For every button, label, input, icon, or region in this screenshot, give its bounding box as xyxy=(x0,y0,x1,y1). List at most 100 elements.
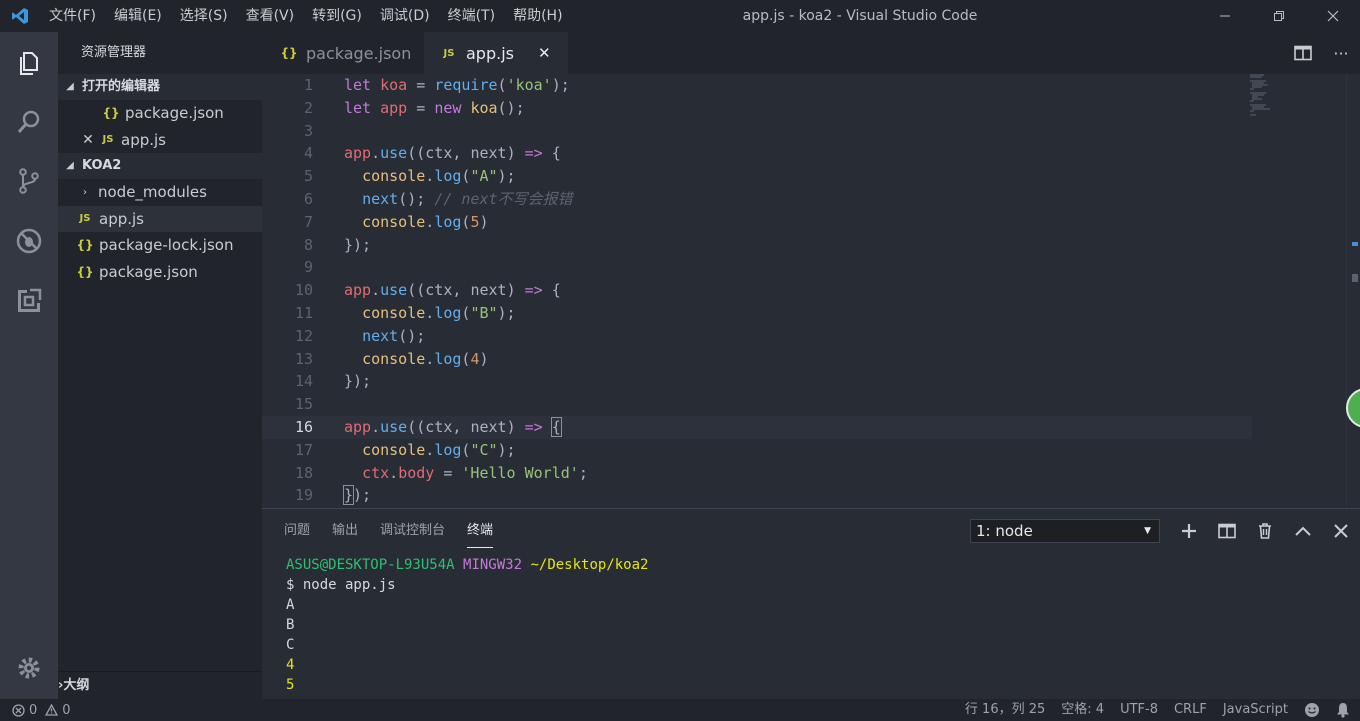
cursor-position[interactable]: 行 16，列 25 xyxy=(965,699,1045,721)
code-line: 10 app.use((ctx, next) => { xyxy=(294,281,561,300)
line-ending[interactable]: CRLF xyxy=(1174,699,1207,721)
menu-selection[interactable]: 选择(S) xyxy=(171,0,237,32)
tree-item-node-modules[interactable]: › node_modules xyxy=(58,179,262,206)
restore-button[interactable] xyxy=(1252,0,1306,32)
open-editor-item-app-js[interactable]: ✕ JS app.js xyxy=(58,127,262,154)
terminal-command: $ node app.js xyxy=(286,577,396,593)
files-icon xyxy=(20,52,38,75)
explorer-sidebar: 资源管理器 ◢ 打开的编辑器 {} package.json ✕ JS app.… xyxy=(58,32,262,699)
split-editor-icon xyxy=(1294,45,1312,61)
tree-item-label: node_modules xyxy=(98,183,207,202)
sidebar-title: 资源管理器 xyxy=(81,45,147,60)
open-editor-label: app.js xyxy=(121,130,166,149)
code-editor[interactable]: 1 let koa = require('koa'); 2 let app = ne… xyxy=(262,74,1360,508)
tree-item-app-js[interactable]: JS app.js xyxy=(58,205,262,232)
open-editors-header[interactable]: ◢ 打开的编辑器 xyxy=(58,74,262,100)
tree-item-package-lock-json[interactable]: {} package-lock.json xyxy=(58,232,262,259)
menu-edit[interactable]: 编辑(E) xyxy=(105,0,171,32)
code-line: 5 console.log("A"); xyxy=(303,167,516,186)
terminal-output[interactable]: ASUS@DESKTOP-L93U54A MINGW32 ~/Desktop/k… xyxy=(286,555,648,695)
settings-button[interactable] xyxy=(0,639,58,697)
chevron-down-icon: ◢ xyxy=(66,160,74,171)
tab-app-js[interactable]: JS app.js ✕ xyxy=(424,32,568,74)
code-line: 14}); xyxy=(294,372,372,391)
close-window-button[interactable] xyxy=(1306,0,1360,32)
close-panel-button[interactable] xyxy=(1322,509,1360,553)
plus-icon xyxy=(1182,524,1196,538)
close-icon[interactable]: ✕ xyxy=(79,132,97,148)
open-editor-label: package.json xyxy=(125,104,224,123)
menu-go[interactable]: 转到(G) xyxy=(303,0,371,32)
panel-tabs: 问题 输出 调试控制台 终端 xyxy=(284,509,515,553)
tab-problems[interactable]: 问题 xyxy=(284,509,310,553)
editor-scrollbar[interactable] xyxy=(1346,74,1360,508)
debug-icon xyxy=(16,228,42,254)
minimize-button[interactable] xyxy=(1198,0,1252,32)
outline-header[interactable]: › 大纲 xyxy=(58,671,262,699)
code-line: 12 next(); xyxy=(294,326,426,345)
error-icon xyxy=(12,703,25,717)
terminal-line: A xyxy=(286,597,295,613)
terminal-line: B xyxy=(286,617,295,633)
kill-terminal-button[interactable] xyxy=(1246,509,1284,553)
open-editor-item-package-json[interactable]: {} package.json xyxy=(58,100,262,127)
json-file-icon: {} xyxy=(280,46,298,60)
menu-file[interactable]: 文件(F) xyxy=(40,0,105,32)
notifications-button[interactable] xyxy=(1336,699,1350,721)
extensions-button[interactable] xyxy=(0,272,58,330)
feedback-button[interactable] xyxy=(1304,699,1320,721)
menu-view[interactable]: 查看(V) xyxy=(237,0,304,32)
editor-tab-bar: {} package.json JS app.js ✕ ··· xyxy=(262,32,1360,74)
extensions-icon xyxy=(18,288,42,312)
split-editor-button[interactable] xyxy=(1284,32,1322,74)
debug-button[interactable] xyxy=(0,212,58,270)
menu-terminal[interactable]: 终端(T) xyxy=(439,0,504,32)
tab-package-json[interactable]: {} package.json xyxy=(262,32,424,74)
new-terminal-button[interactable] xyxy=(1170,509,1208,553)
code-line: 7 console.log(5) xyxy=(303,212,489,231)
terminal-line: 4 xyxy=(286,657,295,673)
split-terminal-icon xyxy=(1218,523,1236,539)
panel-actions xyxy=(1170,509,1360,553)
menu-help[interactable]: 帮助(H) xyxy=(504,0,571,32)
terminal-line: 5 xyxy=(286,677,295,693)
more-actions-button[interactable]: ··· xyxy=(1322,32,1360,74)
json-file-icon: {} xyxy=(102,106,120,121)
code-line: 1 let koa = require('koa'); xyxy=(303,76,570,94)
js-file-icon: JS xyxy=(79,213,91,225)
indentation[interactable]: 空格: 4 xyxy=(1061,699,1104,721)
smiley-icon xyxy=(1305,702,1319,717)
split-terminal-button[interactable] xyxy=(1208,509,1246,553)
tab-terminal[interactable]: 终端 xyxy=(467,509,494,553)
code-line: 11 console.log("B"); xyxy=(294,304,516,322)
window-controls xyxy=(1198,0,1360,32)
close-icon xyxy=(1334,524,1348,538)
project-label: KOA2 xyxy=(82,158,122,173)
explorer-button[interactable] xyxy=(0,34,58,92)
tree-item-label: package.json xyxy=(99,262,198,281)
language-mode[interactable]: JavaScript xyxy=(1223,699,1288,721)
terminal-select[interactable]: 1: node ▼ xyxy=(970,519,1160,543)
code-line: 15 xyxy=(294,395,313,414)
terminal-line: C xyxy=(286,637,295,653)
tree-item-package-json[interactable]: {} package.json xyxy=(58,259,262,286)
problems-status[interactable]: 0 0 xyxy=(0,703,71,718)
tab-debug-console[interactable]: 调试控制台 xyxy=(380,509,445,553)
tab-output[interactable]: 输出 xyxy=(332,509,358,553)
close-icon xyxy=(1327,10,1339,22)
minimap[interactable] xyxy=(1250,74,1280,116)
close-icon[interactable]: ✕ xyxy=(538,44,551,62)
status-bar-right: 行 16，列 25 空格: 4 UTF-8 CRLF JavaScript xyxy=(965,699,1360,721)
activity-bar xyxy=(0,32,58,699)
terminal-select-value: 1: node xyxy=(976,522,1033,540)
title-bar: 文件(F) 编辑(E) 选择(S) 查看(V) 转到(G) 调试(D) 终端(T… xyxy=(0,0,1360,32)
encoding[interactable]: UTF-8 xyxy=(1120,699,1158,721)
maximize-panel-button[interactable] xyxy=(1284,509,1322,553)
project-header[interactable]: ◢ KOA2 xyxy=(58,153,262,179)
source-control-icon xyxy=(19,168,39,194)
search-button[interactable] xyxy=(0,93,58,151)
source-control-button[interactable] xyxy=(0,152,58,210)
trash-icon xyxy=(1259,523,1271,539)
menu-debug[interactable]: 调试(D) xyxy=(371,0,439,32)
minimize-icon xyxy=(1220,15,1230,17)
